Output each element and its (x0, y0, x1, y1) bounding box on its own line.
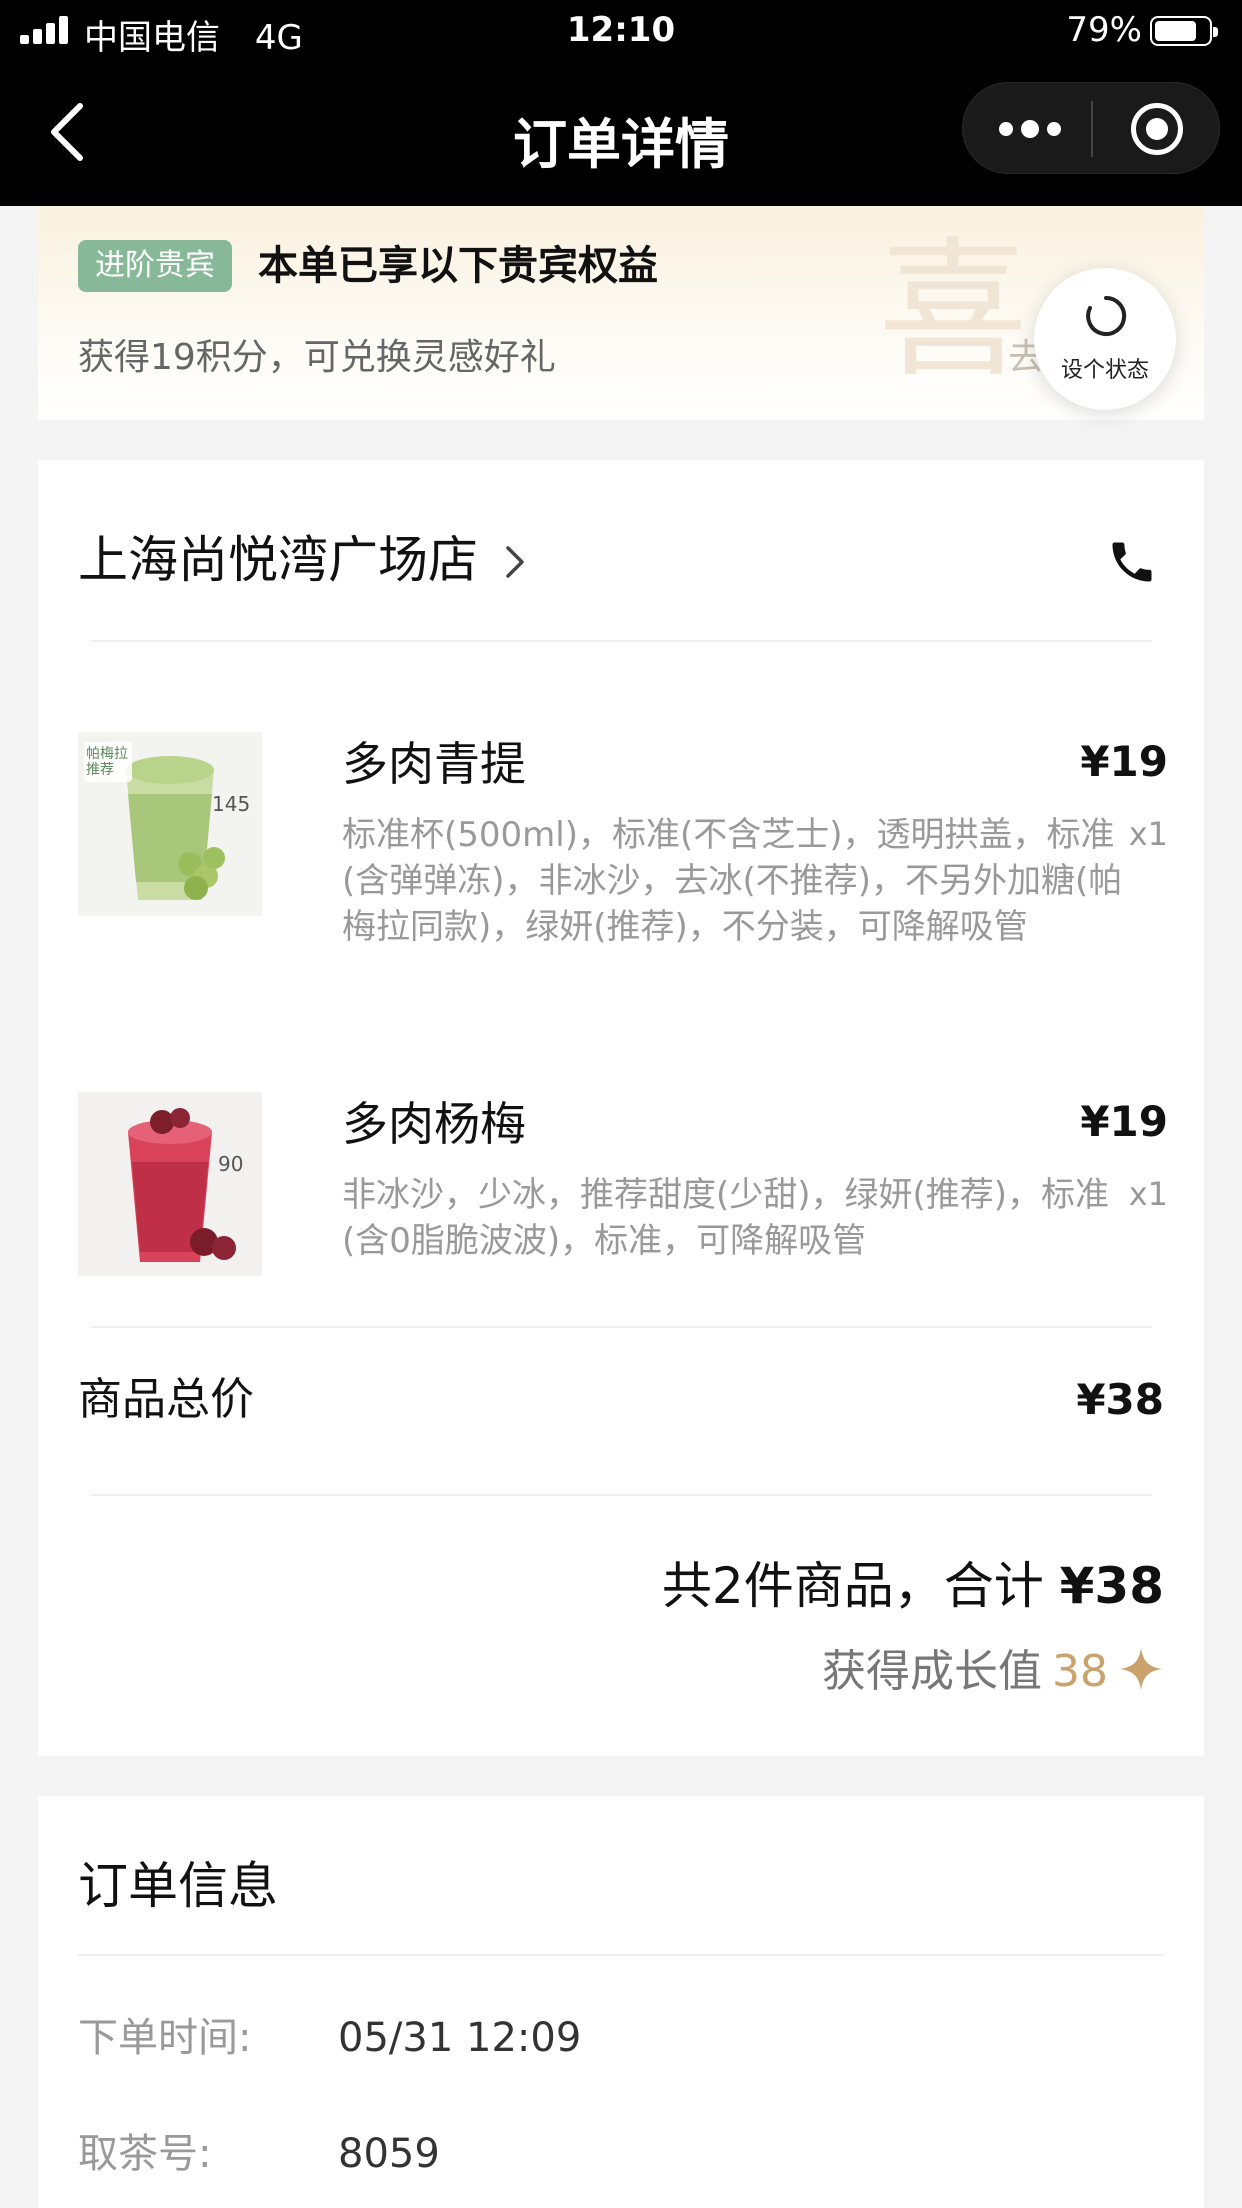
product-kcal: 90 (218, 1152, 244, 1176)
growth-line: 获得成长值 38 (822, 1642, 1164, 1702)
item-options: 标准杯(500ml)，标准(不含芝士)，透明拱盖，标准(含弹弹冻)，非冰沙，去冰… (342, 815, 1123, 947)
mini-program-capsule (962, 82, 1220, 174)
item-name: 多肉杨梅 (342, 1097, 526, 1151)
divider (90, 1326, 1152, 1328)
item-name: 多肉青提 (342, 737, 526, 791)
refresh-ring-icon (1086, 295, 1127, 336)
clock: 12:10 (566, 10, 676, 50)
order-info-title: 订单信息 (78, 1857, 278, 1915)
total-amount: ¥38 (1059, 1557, 1164, 1615)
subtotal-value: ¥38 (1076, 1375, 1164, 1424)
total-text: 共2件商品，合计 (661, 1557, 1044, 1615)
product-image-bayberry: 90 (78, 1092, 262, 1276)
divider (90, 640, 1152, 642)
divider (78, 1954, 1164, 1956)
status-bar: 中国电信 4G 12:10 79% (0, 0, 1242, 62)
store-row[interactable]: 上海尚悦湾广场店 (78, 520, 1168, 600)
item-price: ¥19 (1080, 737, 1168, 786)
pickup-number-label: 取茶号: (78, 2131, 212, 2177)
product-image-green-grape: 帕梅拉推荐 145 (78, 732, 262, 916)
total-line: 共2件商品，合计 ¥38 (662, 1554, 1164, 1618)
order-time-value: 05/31 12:09 (338, 2015, 582, 2061)
sparkle-icon (1119, 1647, 1163, 1691)
more-dots-icon (999, 122, 1013, 136)
divider (90, 1494, 1152, 1496)
vip-benefit-card[interactable]: 喜 进阶贵宾 本单已享以下贵宾权益 获得19积分，可兑换灵感好礼 去 (38, 206, 1204, 420)
set-status-label: 设个状态 (1060, 358, 1149, 383)
store-name: 上海尚悦湾广场店 (78, 531, 478, 589)
top-bar: 中国电信 4G 12:10 79% 订单详情 (0, 0, 1242, 206)
battery-icon (1150, 16, 1218, 46)
growth-label: 获得成长值 (822, 1646, 1042, 1697)
vip-title: 本单已享以下贵宾权益 (258, 243, 658, 289)
battery-percent: 79% (1066, 10, 1142, 50)
product-kcal: 145 (212, 792, 251, 816)
item-options: 非冰沙，少冰，推荐甜度(少甜)，绿妍(推荐)，标准(含0脂脆波波)，标准，可降解… (342, 1175, 1110, 1261)
growth-value: 38 (1052, 1646, 1108, 1697)
close-miniprogram-button[interactable] (1131, 103, 1183, 155)
order-card: 上海尚悦湾广场店 帕梅拉推荐 145 多肉青提 ¥19 x1 标准杯(500ml… (38, 460, 1204, 1756)
capsule-divider (1091, 101, 1093, 157)
chevron-right-icon (506, 546, 524, 578)
item-price: ¥19 (1080, 1097, 1168, 1146)
order-info-card: 订单信息 下单时间: 05/31 12:09 取茶号: 8059 (38, 1796, 1204, 2208)
product-tag: 帕梅拉推荐 (86, 746, 128, 778)
xi-watermark: 喜 (878, 224, 1029, 398)
pickup-number-value: 8059 (338, 2131, 440, 2177)
phone-icon[interactable] (1106, 536, 1158, 588)
vip-subtitle: 获得19积分，可兑换灵感好礼 (78, 337, 556, 378)
set-status-button[interactable]: 设个状态 (1034, 268, 1176, 410)
more-button[interactable] (993, 83, 1113, 175)
subtotal-label: 商品总价 (78, 1374, 254, 1425)
order-time-label: 下单时间: (78, 2015, 252, 2061)
vip-badge: 进阶贵宾 (78, 240, 232, 292)
